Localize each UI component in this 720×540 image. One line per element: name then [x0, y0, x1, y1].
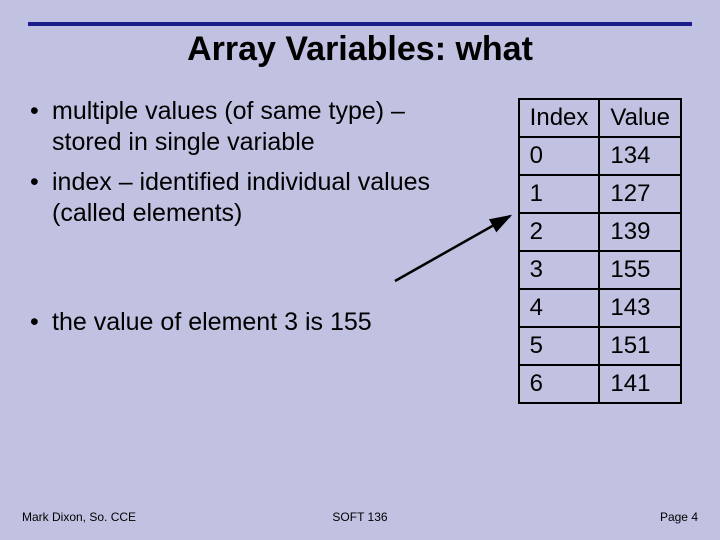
bullet-2: index – identified individual values (ca…: [30, 167, 450, 230]
bullet-3: the value of element 3 is 155: [30, 307, 450, 338]
footer-center: SOFT 136: [22, 510, 698, 524]
cell-value: 127: [599, 175, 681, 213]
cell-index: 4: [519, 289, 600, 327]
slide-title: Array Variables: what: [0, 30, 720, 69]
array-table: Index Value 0134 1127 2139 3155 4143 515…: [518, 98, 682, 404]
cell-value: 143: [599, 289, 681, 327]
table-row: 5151: [519, 327, 681, 365]
header-index: Index: [519, 99, 600, 137]
cell-index: 3: [519, 251, 600, 289]
footer: Mark Dixon, So. CCE SOFT 136 Page 4: [22, 510, 698, 524]
cell-value: 141: [599, 365, 681, 403]
table-row: 6141: [519, 365, 681, 403]
cell-value: 151: [599, 327, 681, 365]
cell-index: 1: [519, 175, 600, 213]
table-row: 1127: [519, 175, 681, 213]
cell-value: 139: [599, 213, 681, 251]
bullet-list: multiple values (of same type) – stored …: [30, 96, 450, 229]
cell-value: 155: [599, 251, 681, 289]
cell-index: 6: [519, 365, 600, 403]
table-row: 3155: [519, 251, 681, 289]
cell-value: 134: [599, 137, 681, 175]
table-row: 4143: [519, 289, 681, 327]
table-header-row: Index Value: [519, 99, 681, 137]
header-value: Value: [599, 99, 681, 137]
title-rule: [28, 22, 692, 26]
cell-index: 5: [519, 327, 600, 365]
table-row: 0134: [519, 137, 681, 175]
bullet-1: multiple values (of same type) – stored …: [30, 96, 450, 159]
table-row: 2139: [519, 213, 681, 251]
bullet-list-2: the value of element 3 is 155: [30, 307, 450, 338]
cell-index: 2: [519, 213, 600, 251]
cell-index: 0: [519, 137, 600, 175]
